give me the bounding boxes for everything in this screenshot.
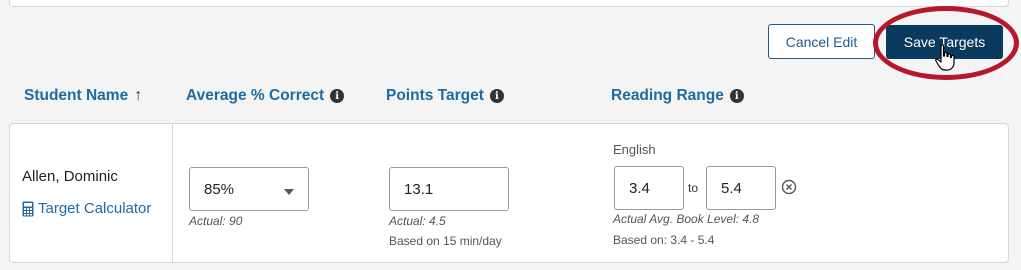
student-name-cell: Allen, Dominic Target Calculator — [10, 124, 173, 262]
column-header-avg-correct: Average % Correct i — [186, 87, 345, 105]
student-row: Allen, Dominic Target Calculator 85% Act… — [9, 123, 1009, 263]
points-target-input[interactable]: 13.1 — [389, 167, 509, 211]
avg-correct-actual: Actual: 90 — [189, 214, 243, 228]
info-icon[interactable]: i — [489, 89, 504, 103]
reading-range-to-label: to — [688, 181, 699, 195]
chevron-down-icon — [284, 189, 294, 195]
student-name: Allen, Dominic — [22, 168, 118, 185]
avg-correct-value: 85% — [204, 180, 235, 198]
points-target-actual: Actual: 4.5 — [389, 214, 446, 228]
column-header-label: Student Name — [24, 87, 129, 104]
reading-range-from-input[interactable]: 3.4 — [614, 166, 684, 210]
hand-cursor-icon — [935, 44, 955, 71]
reading-range-actual: Actual Avg. Book Level: 4.8 — [613, 212, 760, 226]
arrow-up-icon: ↑ — [134, 87, 143, 104]
top-panel — [9, 0, 1009, 7]
reading-range-from-value: 3.4 — [629, 179, 650, 197]
target-calculator-link[interactable]: Target Calculator — [22, 200, 151, 217]
reading-range-basis: Based on: 3.4 - 5.4 — [613, 233, 715, 247]
avg-correct-select[interactable]: 85% — [189, 167, 309, 211]
info-icon[interactable]: i — [330, 89, 345, 103]
points-target-basis: Based on 15 min/day — [389, 234, 502, 248]
reading-range-to-input[interactable]: 5.4 — [706, 166, 776, 210]
points-target-value: 13.1 — [404, 180, 434, 198]
column-header-label: Reading Range — [611, 87, 724, 104]
column-header-label: Average % Correct — [186, 87, 325, 104]
column-header-label: Points Target — [386, 87, 484, 104]
column-header-reading-range: Reading Range i — [611, 87, 744, 105]
target-calculator-label: Target Calculator — [38, 200, 152, 217]
cancel-edit-button[interactable]: Cancel Edit — [768, 24, 875, 59]
clear-circle-icon[interactable] — [781, 179, 797, 195]
reading-range-language: English — [613, 142, 656, 157]
reading-range-to-value: 5.4 — [721, 179, 742, 197]
calculator-icon — [22, 201, 34, 216]
column-header-student-name[interactable]: Student Name ↑ — [24, 87, 142, 105]
column-header-points-target: Points Target i — [386, 87, 504, 105]
info-icon[interactable]: i — [729, 89, 744, 103]
